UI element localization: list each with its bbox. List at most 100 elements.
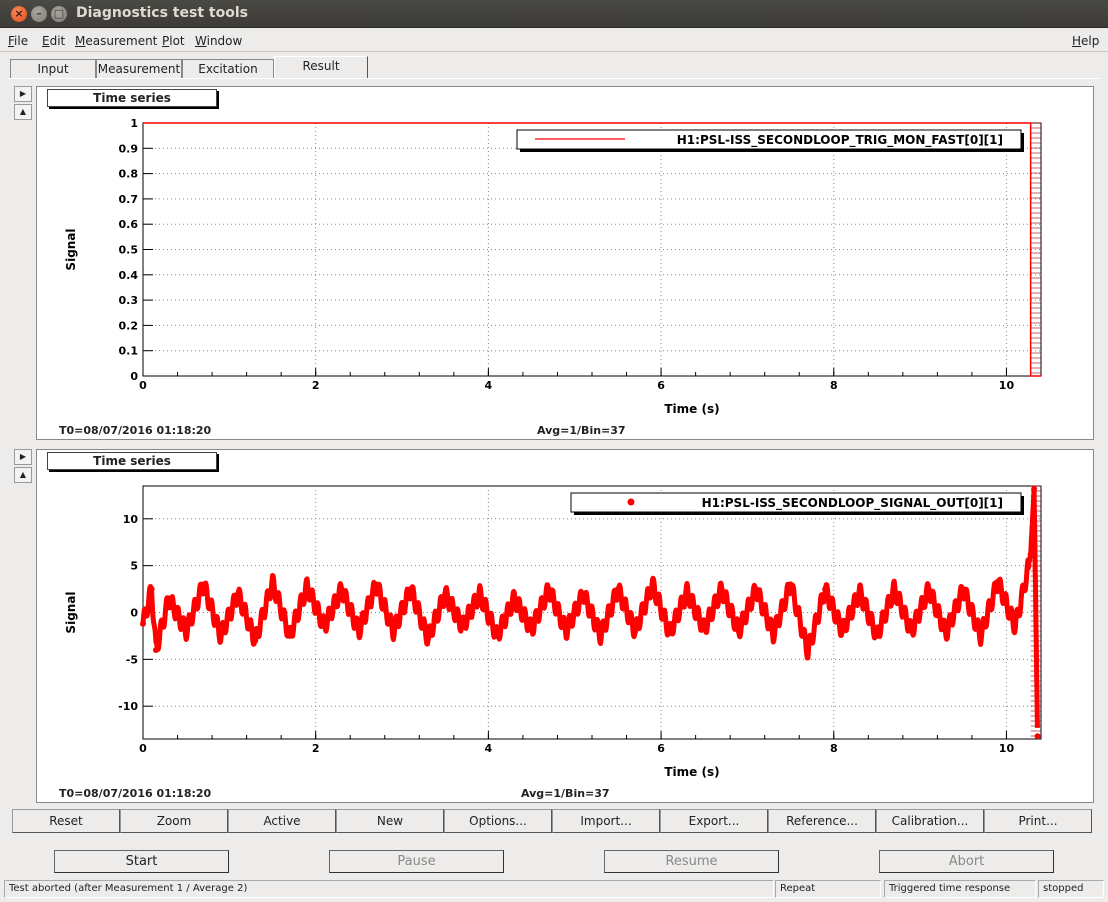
collapse-up-arrow-icon[interactable]: ▲ bbox=[14, 467, 32, 483]
active-button[interactable]: Active bbox=[228, 809, 336, 833]
y-tick-label: 0.8 bbox=[119, 168, 139, 181]
zoom-button[interactable]: Zoom bbox=[120, 809, 228, 833]
data-point bbox=[217, 632, 224, 639]
data-point bbox=[908, 628, 915, 635]
start-button[interactable]: Start bbox=[54, 850, 229, 873]
data-point bbox=[804, 648, 811, 655]
status-message: Test aborted (after Measurement 1 / Aver… bbox=[4, 880, 774, 898]
x-tick-label: 4 bbox=[485, 742, 493, 755]
status-test-type: Triggered time response bbox=[884, 880, 1036, 898]
data-point bbox=[735, 628, 742, 635]
pause-button[interactable]: Pause bbox=[329, 850, 504, 873]
plot-t0-label: T0=08/07/2016 01:18:20 bbox=[59, 787, 212, 800]
plot-avg-label: Avg=1/Bin=37 bbox=[521, 787, 610, 800]
x-tick-label: 0 bbox=[139, 742, 147, 755]
data-point bbox=[856, 588, 863, 595]
x-axis-label: Time (s) bbox=[664, 402, 719, 416]
data-point bbox=[528, 626, 535, 633]
data-point bbox=[563, 628, 570, 635]
data-point bbox=[355, 628, 362, 635]
close-window-button[interactable]: × bbox=[11, 6, 27, 22]
menu-edit[interactable]: Edit bbox=[42, 34, 65, 48]
y-tick-label: 10 bbox=[123, 513, 139, 526]
data-point bbox=[148, 586, 155, 593]
data-point bbox=[1031, 485, 1038, 492]
tab-measurement[interactable]: Measurement bbox=[96, 59, 182, 79]
data-point bbox=[459, 623, 466, 630]
x-tick-label: 0 bbox=[139, 379, 147, 392]
data-point bbox=[683, 588, 690, 595]
menu-plot[interactable]: Plot bbox=[162, 34, 185, 48]
data-point bbox=[718, 586, 725, 593]
import-button[interactable]: Import... bbox=[552, 809, 660, 833]
data-point bbox=[701, 626, 708, 633]
tab-divider bbox=[8, 78, 1100, 79]
plot-panel-2[interactable]: Time series 0 2 4 6 8 10 -10 -5 0 5 10 Time (s) Sign… bbox=[36, 449, 1094, 803]
export-button[interactable]: Export... bbox=[660, 809, 768, 833]
menu-bar: File Edit Measurement Plot Window Help bbox=[0, 30, 1108, 52]
x-tick-label: 4 bbox=[485, 379, 493, 392]
legend: H1:PSL-ISS_SECONDLOOP_TRIG_MON_FAST[0][1… bbox=[516, 129, 1024, 152]
tab-result[interactable]: Result bbox=[274, 56, 368, 79]
data-point bbox=[511, 595, 518, 602]
resume-button[interactable]: Resume bbox=[604, 850, 779, 873]
data-point bbox=[304, 583, 311, 590]
legend-label: H1:PSL-ISS_SECONDLOOP_SIGNAL_OUT[0][1] bbox=[702, 496, 1003, 511]
data-point bbox=[977, 632, 984, 639]
data-point bbox=[269, 579, 276, 586]
data-point bbox=[234, 590, 241, 597]
data-point bbox=[787, 581, 794, 588]
title-bar: × – □ Diagnostics test tools bbox=[0, 0, 1108, 28]
data-point bbox=[200, 581, 207, 588]
data-point bbox=[666, 630, 673, 637]
reset-button[interactable]: Reset bbox=[12, 809, 120, 833]
x-tick-label: 8 bbox=[830, 742, 838, 755]
time-series-chart-2[interactable]: 0 2 4 6 8 10 -10 -5 0 5 10 Time (s) Signal H1:PSL-ISS… bbox=[37, 450, 1093, 802]
x-tick-label: 6 bbox=[657, 742, 665, 755]
reference-button[interactable]: Reference... bbox=[768, 809, 876, 833]
plot-t0-label: T0=08/07/2016 01:18:20 bbox=[59, 424, 212, 437]
menu-window[interactable]: Window bbox=[195, 34, 242, 48]
calibration-button[interactable]: Calibration... bbox=[876, 809, 984, 833]
x-tick-label: 6 bbox=[657, 379, 665, 392]
plot-panel-1[interactable]: Time series 0 2 4 6 8 10 0 0.1 0.2 0.3 0.4 0.5 0.6 0.… bbox=[36, 86, 1094, 440]
legend: H1:PSL-ISS_SECONDLOOP_SIGNAL_OUT[0][1] bbox=[570, 492, 1024, 515]
data-point bbox=[580, 590, 587, 597]
collapse-up-arrow-icon[interactable]: ▲ bbox=[14, 104, 32, 120]
expand-right-arrow-icon[interactable]: ▶ bbox=[14, 449, 32, 465]
data-point bbox=[165, 595, 172, 602]
y-axis-label: Signal bbox=[64, 591, 78, 633]
data-point bbox=[252, 637, 259, 644]
main-window: × – □ Diagnostics test tools File Edit M… bbox=[0, 0, 1108, 902]
minimize-window-button[interactable]: – bbox=[31, 6, 47, 22]
menu-measurement[interactable]: Measurement bbox=[75, 34, 157, 48]
options-button[interactable]: Options... bbox=[444, 809, 552, 833]
expand-right-arrow-icon[interactable]: ▶ bbox=[14, 86, 32, 102]
menu-file[interactable]: File bbox=[8, 34, 28, 48]
time-series-chart-1[interactable]: 0 2 4 6 8 1000.10.20.30.40.50.60.70.80.91Time… bbox=[37, 87, 1093, 439]
y-tick-label: 1 bbox=[130, 117, 138, 130]
data-point bbox=[770, 631, 777, 638]
data-point bbox=[632, 628, 639, 635]
y-tick-label: 0.1 bbox=[119, 345, 139, 358]
tab-excitation[interactable]: Excitation bbox=[182, 59, 274, 79]
data-point bbox=[373, 581, 380, 588]
maximize-window-button[interactable]: □ bbox=[51, 6, 67, 22]
tab-input[interactable]: Input bbox=[10, 59, 96, 79]
new-button[interactable]: New bbox=[336, 809, 444, 833]
data-point bbox=[476, 590, 483, 597]
legend-marker-swatch bbox=[627, 498, 635, 506]
data-point bbox=[338, 586, 345, 593]
abort-button[interactable]: Abort bbox=[879, 850, 1054, 873]
menu-help[interactable]: Help bbox=[1072, 34, 1099, 48]
print-button[interactable]: Print... bbox=[984, 809, 1092, 833]
data-point bbox=[407, 586, 414, 593]
data-point bbox=[1027, 551, 1034, 558]
y-tick-label: 0.4 bbox=[119, 269, 139, 282]
y-tick-label: 0.5 bbox=[119, 244, 139, 257]
y-tick-label: 0.2 bbox=[119, 319, 139, 332]
data-point bbox=[494, 632, 501, 639]
x-tick-label: 10 bbox=[999, 379, 1015, 392]
y-tick-label: 0.9 bbox=[119, 142, 139, 155]
data-point bbox=[891, 586, 898, 593]
